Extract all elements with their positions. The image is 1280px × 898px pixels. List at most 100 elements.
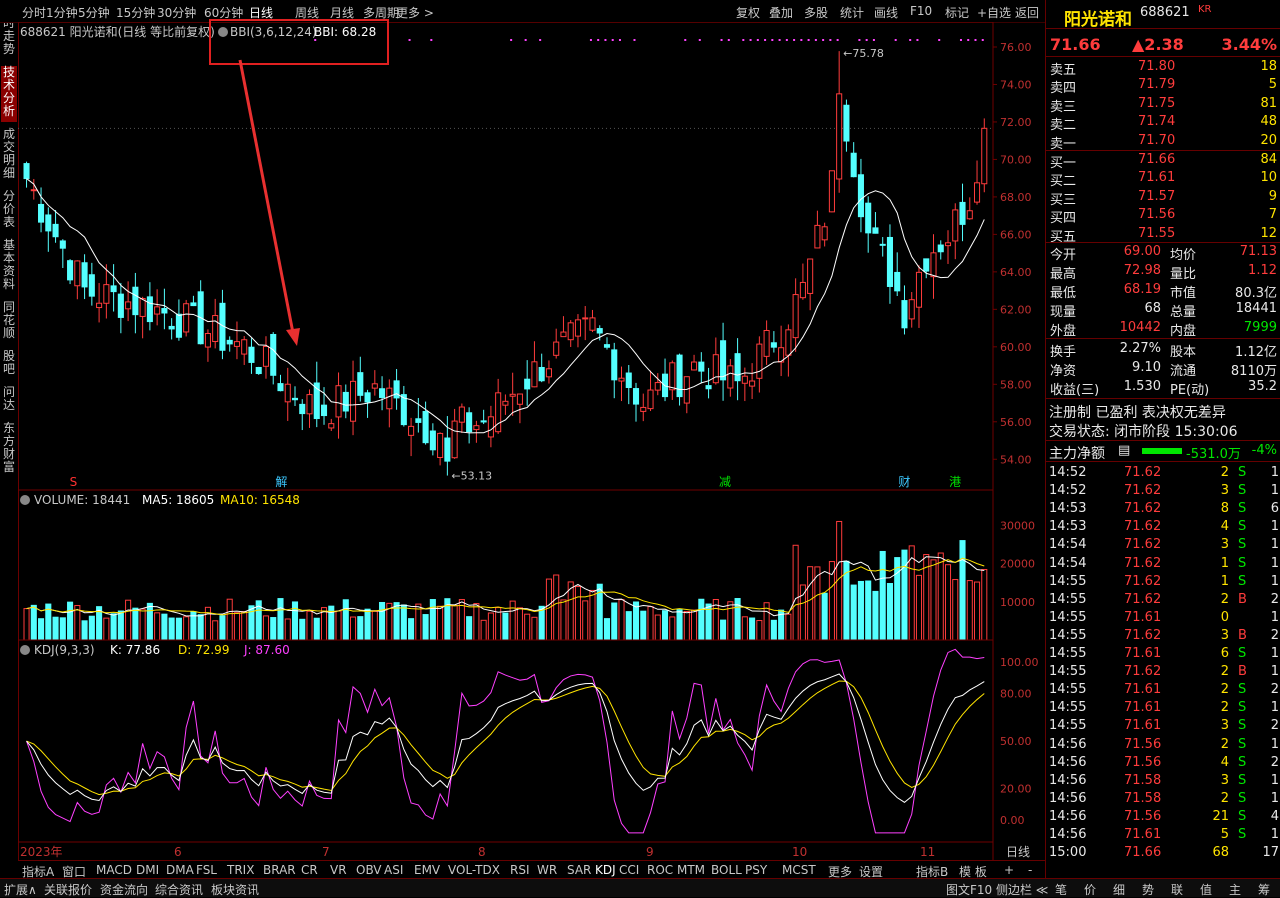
event-mark[interactable]: 财 [898,475,910,489]
period-10[interactable]: 更多 > [396,4,434,21]
volume-bar [618,599,625,641]
bottom-tab-4[interactable]: 板块资讯 [211,881,259,898]
volume-bar [647,606,654,641]
indicator-tab-4[interactable]: DMA [166,863,194,877]
bottom-tab-0[interactable]: 扩展∧ [4,881,37,898]
candle-body [923,258,930,272]
bottom-tab-2[interactable]: 资金流向 [100,881,148,898]
event-mark[interactable]: S [70,475,78,489]
volume-bar [422,614,429,641]
indicator-tab-21[interactable]: BOLL [711,863,742,877]
left-tab-8[interactable]: 东方财富 [1,422,17,478]
left-tab-7[interactable]: 问达 [1,386,17,416]
indicator-tab-22[interactable]: PSY [745,863,767,877]
indicator-tab-8[interactable]: CR [301,863,318,877]
tick-price: 71.62 [1124,501,1162,517]
volume-bar [437,605,444,641]
quote-tab-4[interactable]: 联 [1171,881,1183,898]
indicator-tab-14[interactable]: RSI [510,863,530,877]
bottom-right-links[interactable]: 图文F10 侧边栏 ≪ [946,881,1048,898]
period-4[interactable]: 30分钟 [157,4,196,21]
tick-time: 14:55 [1049,718,1087,734]
indicator-tab-6[interactable]: TRIX [227,863,254,877]
volume-bar [313,617,320,641]
volume-bar [720,619,727,641]
left-tab-5[interactable]: 同花顺 [1,301,17,344]
signal-dot [633,39,636,41]
tick-price: 71.61 [1124,827,1162,842]
volume-bar [291,601,299,641]
indicator-tab-10[interactable]: OBV [356,863,382,877]
candle-body [669,362,676,391]
quote-tab-2[interactable]: 细 [1113,881,1125,898]
left-tab-6[interactable]: 股吧 [1,350,17,380]
chart-area[interactable]: 76.0074.0072.0070.0068.0066.0064.0062.00… [18,22,1045,860]
left-tab-bar: 分时走势技术分析成交明细分价表基本资料同花顺股吧问达东方财富 [0,0,19,896]
toolbar-btn-6[interactable]: 标记 [945,4,969,21]
quote-tab-0[interactable]: 笔 [1055,881,1067,898]
indicator-tab-11[interactable]: ASI [384,863,403,877]
quote-tab-5[interactable]: 值 [1200,881,1212,898]
toolbar-btn-2[interactable]: 多股 [804,4,828,21]
indicator-tab-15[interactable]: WR [537,863,557,877]
indicator-tab-13[interactable]: VOL-TDX [448,863,500,877]
indicator-tab-29[interactable]: - [1028,863,1032,877]
period-2[interactable]: 5分钟 [78,4,110,21]
indicator-tab-19[interactable]: ROC [647,863,673,877]
tick-count: 1 [1270,537,1279,553]
indicator-tab-3[interactable]: DMI [136,863,159,877]
indicator-tab-7[interactable]: BRAR [263,863,296,877]
quote-tab-3[interactable]: 势 [1142,881,1154,898]
indicator-tab-17[interactable]: KDJ [595,863,616,877]
toolbar-btn-5[interactable]: F10 [910,4,932,18]
left-tab-1[interactable]: 技术分析 [1,66,17,122]
event-mark[interactable]: 解 [275,475,287,489]
candle-body [386,387,393,410]
quote-tab-6[interactable]: 主 [1229,881,1241,898]
event-mark[interactable]: 减 [719,475,731,489]
tick-side: B [1238,627,1247,643]
stat-label: 最高 [1050,267,1077,282]
toolbar-btn-4[interactable]: 画线 [874,4,898,21]
kdj-menu-icon[interactable] [20,645,30,655]
indicator-tab-28[interactable]: + [1004,863,1014,877]
candle-body [88,274,95,297]
toolbar-btn-7[interactable]: +自选 [977,4,1011,21]
quote-row: 现量 68 总量 18441 [1046,300,1280,320]
left-tab-4[interactable]: 基本资料 [1,239,17,295]
volume-menu-icon[interactable] [20,495,30,505]
quote-tab-7[interactable]: 筹 [1258,881,1270,898]
toolbar-btn-0[interactable]: 复权 [736,4,760,21]
signal-dot [894,39,897,41]
period-3[interactable]: 15分钟 [116,4,155,21]
indicator-tab-23[interactable]: MCST [782,863,816,877]
indicator-tab-9[interactable]: VR [330,863,347,877]
event-mark[interactable]: 港 [949,475,961,489]
indicator-tab-12[interactable]: EMV [414,863,440,877]
signal-dot [524,39,527,41]
indicator-tab-5[interactable]: FSL [196,863,217,877]
candle-body [139,298,146,317]
volume-bar [959,540,966,641]
toolbar-btn-8[interactable]: 返回 [1015,4,1039,21]
left-tab-2[interactable]: 成交明细 [1,128,17,184]
signal-dot [872,39,875,41]
volume-bar [350,616,357,641]
bottom-tab-1[interactable]: 关联报价 [44,881,92,898]
period-1[interactable]: 1分钟 [46,4,78,21]
candle-body [284,383,291,403]
tick-time: 14:55 [1049,682,1087,698]
indicator-tab-20[interactable]: MTM [677,863,705,877]
indicator-tab-18[interactable]: CCI [619,863,639,877]
indicator-tab-2[interactable]: MACD [96,863,132,877]
quote-tab-1[interactable]: 价 [1084,881,1096,898]
indicator-tab-16[interactable]: SAR [567,863,591,877]
toolbar-btn-1[interactable]: 叠加 [769,4,793,21]
tick-volume: 1 [1220,555,1229,571]
period-0[interactable]: 分时 [22,4,46,21]
toolbar-btn-3[interactable]: 统计 [840,4,864,21]
quote-row: 卖一 71.70 20 [1046,132,1280,152]
bottom-tab-3[interactable]: 综合资讯 [155,881,203,898]
flow-menu-icon[interactable]: ▤ [1118,443,1130,458]
left-tab-3[interactable]: 分价表 [1,190,17,233]
